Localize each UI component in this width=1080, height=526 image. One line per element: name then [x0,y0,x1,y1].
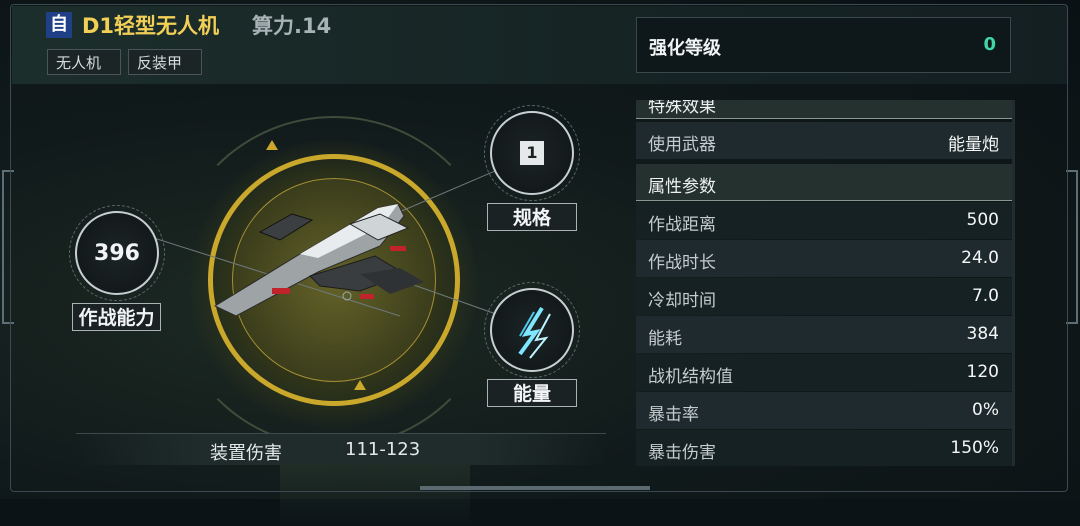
section-title: 属性参数 [648,177,716,197]
enhance-level-label: 强化等级 [649,38,721,59]
enhance-level-value: 0 [983,34,996,55]
energy-label: 能量 [487,379,577,407]
spec-node[interactable]: 1 [484,105,580,201]
stat-label: 能耗 [648,329,682,349]
stat-row: 作战时长 24.0 [636,240,1012,277]
bottom-edge-accent [420,486,650,490]
stat-row: 战机结构值 120 [636,354,1012,391]
compute-power: 算力.14 [252,14,332,38]
stat-row: 冷却时间 7.0 [636,278,1012,315]
stat-label: 作战距离 [648,215,716,235]
spec-label: 规格 [487,203,577,231]
device-damage-label: 装置伤害 [210,443,282,464]
stat-row: 作战距离 500 [636,202,1012,239]
weapon-row: 使用武器 能量炮 [636,122,1012,159]
stat-value: 7.0 [971,286,999,306]
stat-value: 500 [966,210,999,230]
device-damage-value: 111-123 [345,439,421,460]
energy-claw-icon [518,306,551,359]
special-effects-header: 特殊效果 [636,100,1012,119]
stat-label: 暴击伤害 [648,443,716,463]
tag-anti-armor: 反装甲 [128,49,202,75]
device-damage-bar: 装置伤害 111-123 [76,433,606,465]
stat-value: 24.0 [961,248,999,268]
weapon-label: 使用武器 [648,135,716,155]
stat-label: 作战时长 [648,253,716,273]
combat-ability-value: 396 [94,241,140,266]
stat-label: 暴击率 [648,405,699,425]
stat-value: 384 [966,324,999,344]
stat-label: 战机结构值 [648,367,733,387]
stat-value: 120 [966,362,999,382]
section-title: 特殊效果 [648,100,716,117]
tier-badge: 自 [46,12,72,38]
stat-row: 暴击伤害 150% [636,430,1012,466]
energy-node[interactable] [484,282,580,378]
stat-value: 150% [950,438,999,458]
stats-scrollbar[interactable] [1012,100,1015,466]
item-detail-panel: 自 D1轻型无人机 算力.14 无人机 反装甲 强化等级 0 特殊效果 使用武器… [0,0,1080,526]
stat-value: 0% [972,400,999,420]
stats-table[interactable]: 特殊效果 使用武器 能量炮 属性参数 作战距离 500 作战时长 24.0 冷却… [636,100,1012,466]
tag-drone: 无人机 [47,49,121,75]
combat-ability-node[interactable]: 396 [69,205,165,301]
stat-row: 暴击率 0% [636,392,1012,429]
spec-value: 1 [520,141,544,165]
weapon-value: 能量炮 [948,135,999,155]
stat-row: 能耗 384 [636,316,1012,353]
item-title: D1轻型无人机 [82,14,220,38]
attributes-header: 属性参数 [636,164,1012,201]
left-frame-bracket [2,170,14,324]
stat-label: 冷却时间 [648,291,716,311]
showcase-pedestal [280,456,470,526]
combat-ability-label: 作战能力 [72,303,161,331]
right-frame-bracket [1066,170,1078,324]
enhance-level-box[interactable]: 强化等级 0 [636,17,1011,73]
